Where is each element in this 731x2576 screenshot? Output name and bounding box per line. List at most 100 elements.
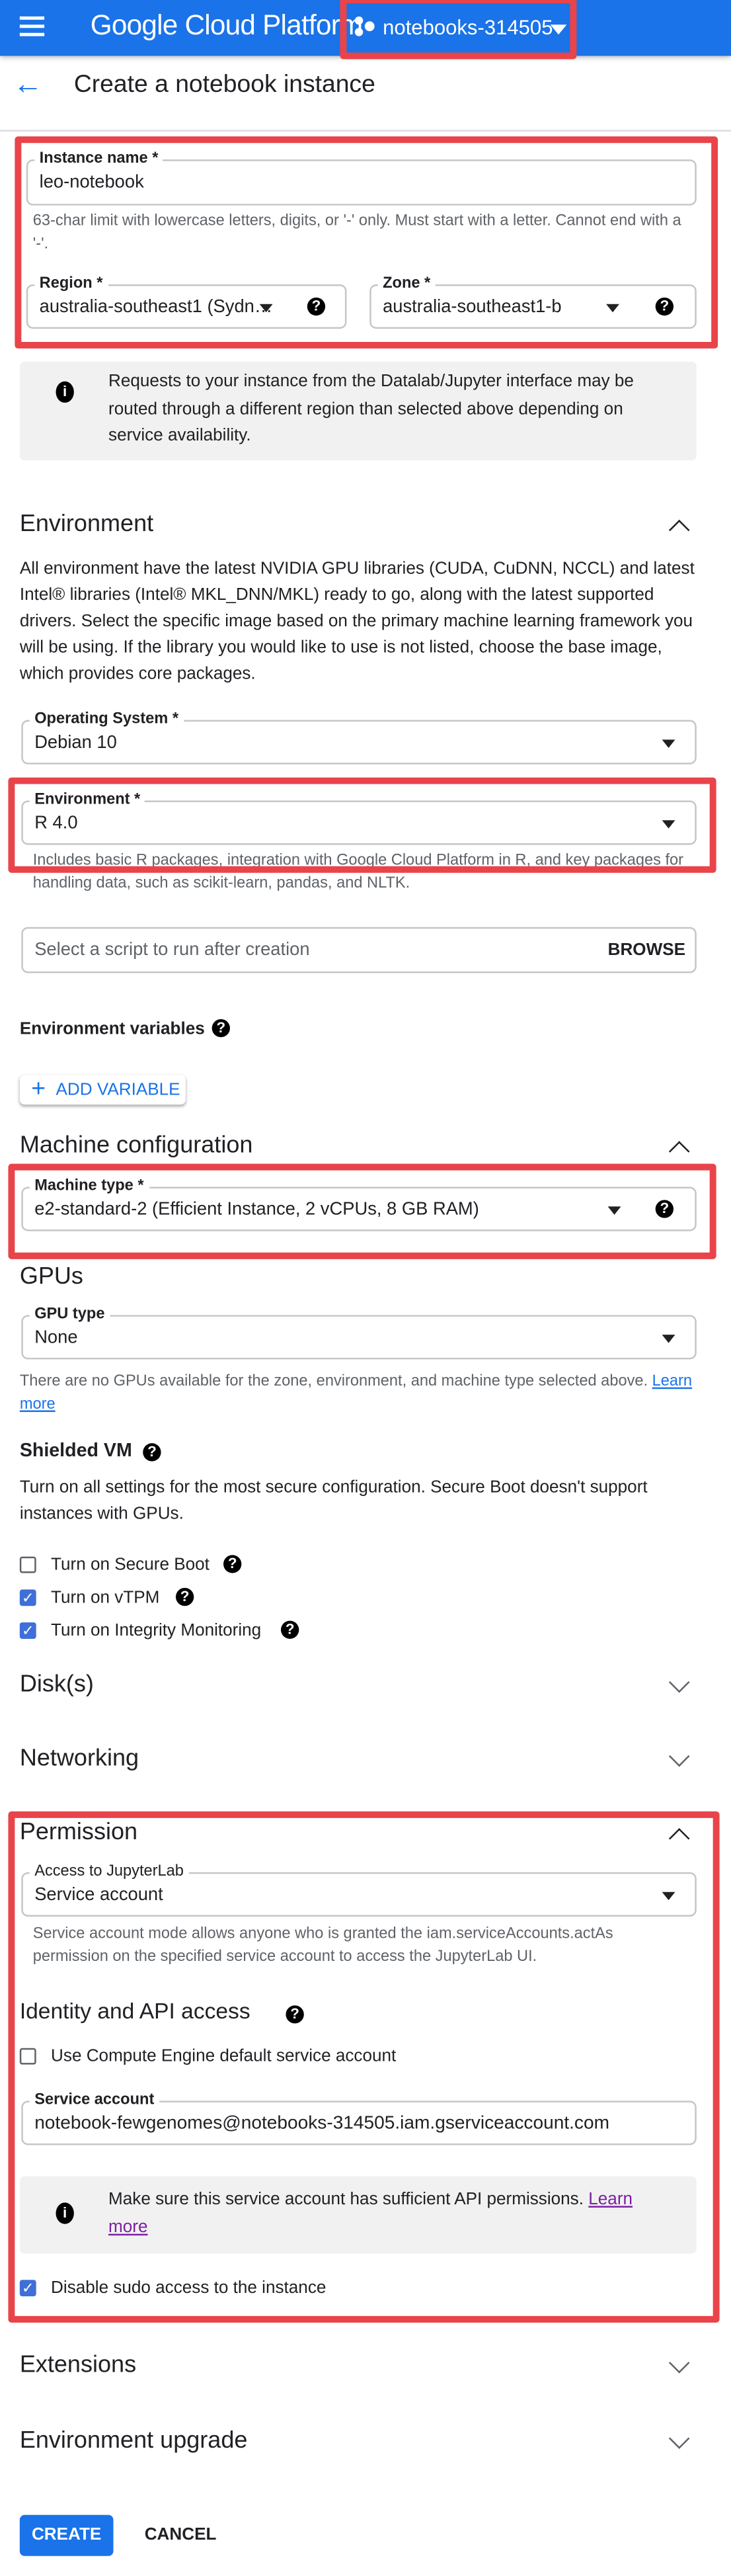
info-text-body: Make sure this service account has suffi… bbox=[108, 2189, 584, 2210]
dropdown-caret-icon bbox=[606, 304, 619, 313]
checkbox-checked-icon[interactable]: ✓ bbox=[19, 1622, 36, 1639]
checkbox-unchecked-icon[interactable] bbox=[19, 1556, 36, 1573]
project-icon bbox=[354, 16, 378, 40]
dropdown-caret-icon bbox=[607, 1206, 621, 1215]
help-icon[interactable]: ? bbox=[212, 1018, 230, 1038]
instance-name-helper: 63-char limit with lowercase letters, di… bbox=[32, 212, 681, 253]
page: Google Cloud Platform notebooks-314505 ←… bbox=[0, 0, 731, 2576]
section-heading-disks[interactable]: Disk(s) bbox=[20, 1672, 94, 1698]
field-label: Environment * bbox=[29, 790, 145, 809]
field-label: Service account bbox=[29, 2091, 159, 2109]
plus-icon: + bbox=[31, 1075, 46, 1103]
chevron-down-icon[interactable] bbox=[668, 2352, 690, 2374]
field-label: Instance name * bbox=[34, 149, 163, 168]
checkbox-label: Use Compute Engine default service accou… bbox=[51, 2046, 397, 2067]
checkbox-label: Turn on Integrity Monitoring bbox=[51, 1620, 262, 1641]
section-heading-environment[interactable]: Environment bbox=[20, 511, 153, 538]
environment-description: All environment have the latest NVIDIA G… bbox=[19, 559, 695, 684]
chevron-down-icon[interactable] bbox=[668, 1671, 690, 1693]
add-variable-button[interactable]: + ADD VARIABLE bbox=[19, 1075, 186, 1105]
help-icon[interactable]: ? bbox=[223, 1555, 242, 1573]
help-icon[interactable]: ? bbox=[175, 1587, 194, 1606]
service-account-info-box: i Make sure this service account has suf… bbox=[19, 2176, 697, 2254]
checkbox-unchecked-icon[interactable] bbox=[19, 2048, 36, 2065]
field-value: leo-notebook bbox=[39, 172, 144, 192]
create-button[interactable]: CREATE bbox=[19, 2514, 114, 2556]
field-value: australia-southeast1 (Sydn… bbox=[39, 297, 273, 317]
gpus-heading: GPUs bbox=[19, 1264, 83, 1291]
hamburger-icon[interactable] bbox=[19, 16, 45, 36]
field-value: R 4.0 bbox=[34, 813, 78, 834]
checkbox-label: Turn on vTPM bbox=[51, 1587, 160, 1608]
gpu-type-select[interactable]: GPU type None bbox=[21, 1305, 697, 1360]
info-icon: i bbox=[56, 381, 74, 403]
machine-type-select[interactable]: Machine type * e2-standard-2 (Efficient … bbox=[21, 1177, 697, 1231]
section-heading-networking[interactable]: Networking bbox=[20, 1745, 139, 1772]
chevron-up-icon[interactable] bbox=[668, 519, 690, 541]
checkbox-label: Disable sudo access to the instance bbox=[51, 2278, 327, 2298]
environment-select[interactable]: Environment * R 4.0 bbox=[21, 790, 697, 845]
brand-title[interactable]: Google Cloud Platform bbox=[91, 10, 364, 43]
instance-name-field[interactable]: Instance name * leo-notebook bbox=[26, 149, 697, 206]
dropdown-caret-icon bbox=[259, 304, 273, 313]
cancel-button[interactable]: CANCEL bbox=[145, 2525, 217, 2545]
field-value: None bbox=[34, 1328, 78, 1349]
shielded-vm-description: Turn on all settings for the most secure… bbox=[19, 1477, 648, 1524]
chevron-down-icon[interactable] bbox=[668, 1745, 690, 1767]
region-info-box: i Requests to your instance from the Dat… bbox=[19, 361, 697, 460]
startup-script-field[interactable]: Select a script to run after creation BR… bbox=[21, 927, 697, 974]
field-label: Access to JupyterLab bbox=[29, 1862, 189, 1881]
checkbox-checked-icon[interactable]: ✓ bbox=[19, 2280, 36, 2297]
field-value: australia-southeast1-b bbox=[383, 297, 562, 317]
field-label: Machine type * bbox=[29, 1177, 149, 1195]
field-placeholder: Select a script to run after creation bbox=[34, 940, 310, 960]
jupyterlab-access-select[interactable]: Access to JupyterLab Service account bbox=[21, 1862, 697, 1917]
info-icon: i bbox=[56, 2202, 74, 2224]
identity-heading: Identity and API access bbox=[19, 1999, 250, 2024]
field-value: Debian 10 bbox=[34, 733, 117, 753]
section-heading-permission[interactable]: Permission bbox=[20, 1819, 137, 1846]
help-icon[interactable]: ? bbox=[655, 297, 674, 316]
help-icon[interactable]: ? bbox=[655, 1200, 674, 1218]
chevron-up-icon[interactable] bbox=[668, 1828, 690, 1849]
gpu-helper: There are no GPUs available for the zone… bbox=[20, 1371, 697, 1415]
operating-system-select[interactable]: Operating System * Debian 10 bbox=[21, 710, 697, 765]
shielded-vm-heading: Shielded VM bbox=[19, 1441, 132, 1462]
section-heading-extensions[interactable]: Extensions bbox=[20, 2352, 136, 2379]
help-icon[interactable]: ? bbox=[307, 297, 326, 316]
field-value: Service account bbox=[34, 1885, 163, 1905]
button-label: ADD VARIABLE bbox=[56, 1079, 180, 1100]
environment-variables-label: Environment variables bbox=[19, 1018, 205, 1039]
gpu-helper-text: There are no GPUs available for the zone… bbox=[19, 1372, 648, 1391]
project-dropdown-caret-icon[interactable] bbox=[550, 24, 567, 35]
section-heading-machine[interactable]: Machine configuration bbox=[20, 1132, 253, 1159]
divider bbox=[0, 130, 731, 132]
checkbox-label: Turn on Secure Boot bbox=[51, 1555, 210, 1575]
dropdown-caret-icon bbox=[662, 1335, 675, 1343]
environment-helper: Includes basic R packages, integration w… bbox=[32, 851, 684, 892]
chevron-up-icon[interactable] bbox=[668, 1141, 690, 1162]
field-label: Region * bbox=[34, 274, 108, 293]
zone-select[interactable]: Zone * australia-southeast1-b ? bbox=[369, 274, 697, 329]
field-value: notebook-fewgenomes@notebooks-314505.iam… bbox=[34, 2114, 609, 2134]
field-label: Zone * bbox=[377, 274, 436, 293]
section-heading-environment-upgrade[interactable]: Environment upgrade bbox=[20, 2428, 248, 2454]
help-icon[interactable]: ? bbox=[281, 1620, 299, 1639]
dropdown-caret-icon bbox=[662, 820, 675, 829]
page-title: Create a notebook instance bbox=[73, 70, 375, 99]
project-selector[interactable]: notebooks-314505 bbox=[383, 17, 553, 40]
help-icon[interactable]: ? bbox=[143, 1443, 161, 1462]
back-arrow-icon[interactable]: ← bbox=[13, 69, 43, 99]
dropdown-caret-icon bbox=[662, 1891, 675, 1901]
help-icon[interactable]: ? bbox=[286, 2005, 304, 2024]
info-text: Requests to your instance from the Datal… bbox=[108, 371, 634, 446]
access-helper: Service account mode allows anyone who i… bbox=[32, 1925, 613, 1966]
checkbox-checked-icon[interactable]: ✓ bbox=[19, 1589, 36, 1606]
region-select[interactable]: Region * australia-southeast1 (Sydn… ? bbox=[26, 274, 347, 329]
field-value: e2-standard-2 (Efficient Instance, 2 vCP… bbox=[34, 1200, 479, 1220]
dropdown-caret-icon bbox=[662, 739, 675, 748]
browse-button[interactable]: BROWSE bbox=[608, 940, 685, 960]
chevron-down-icon[interactable] bbox=[668, 2428, 690, 2449]
info-text: Make sure this service account has suffi… bbox=[108, 2186, 650, 2241]
service-account-field[interactable]: Service account notebook-fewgenomes@note… bbox=[21, 2091, 697, 2145]
